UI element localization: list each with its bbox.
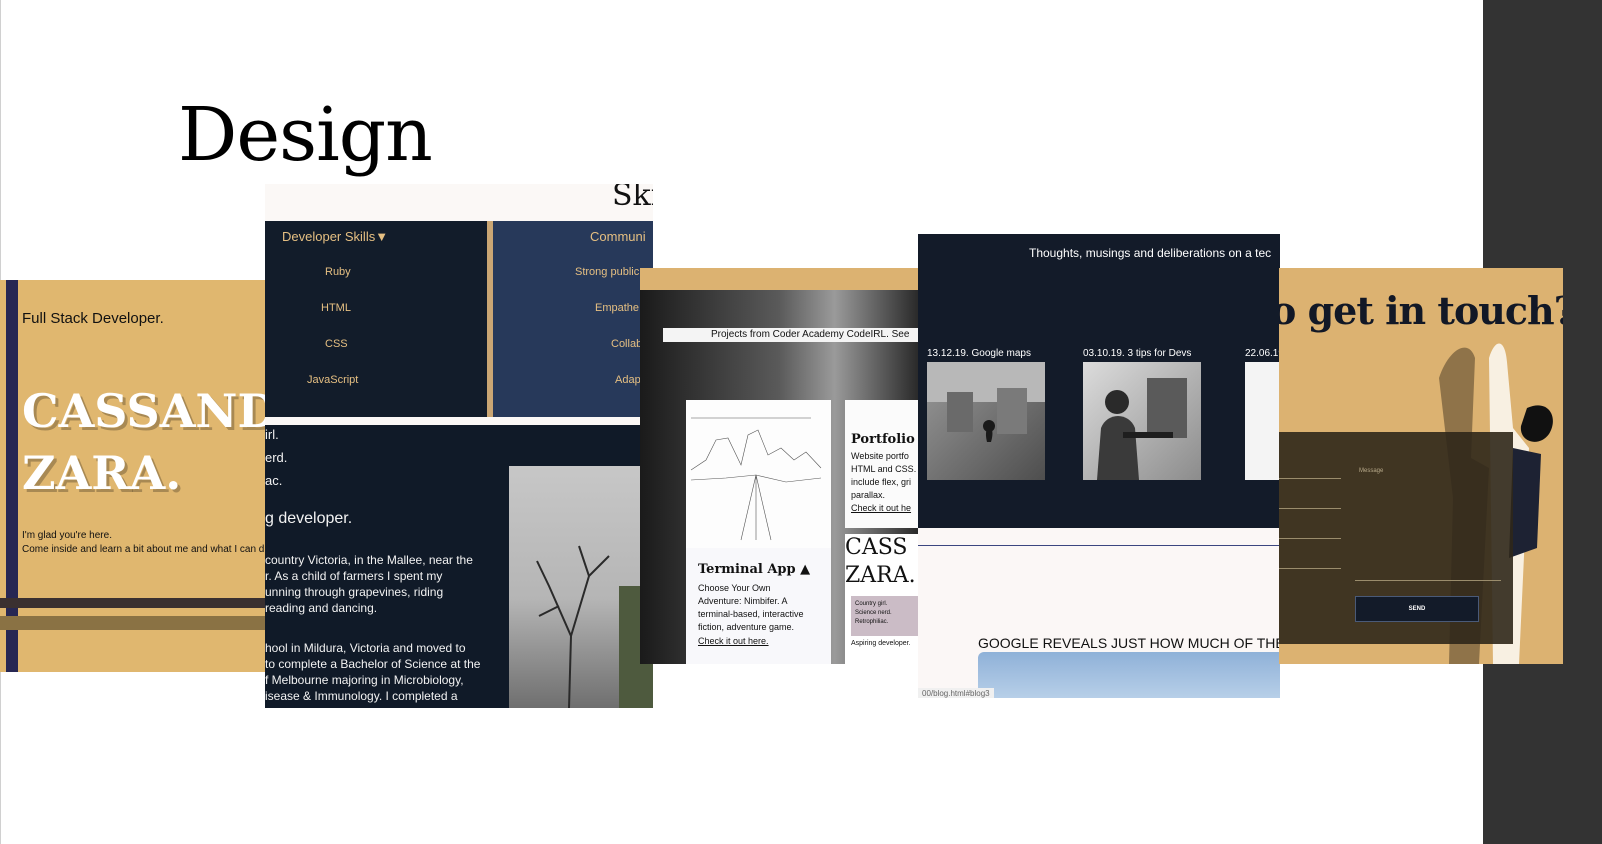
message-label: Message xyxy=(1359,468,1384,474)
screenshot-blog-page: Thoughts, musings and deliberations on a… xyxy=(918,234,1280,698)
preview-name: CASS ZARA. xyxy=(845,535,916,588)
community-skills-toggle: Communi xyxy=(590,229,646,244)
phone-field[interactable] xyxy=(1279,538,1341,539)
skill-item: HTML xyxy=(321,302,351,314)
terminal-app-link[interactable]: Check it out here. xyxy=(698,635,769,648)
skill-item: Ruby xyxy=(325,266,351,278)
role-text: Full Stack Developer. xyxy=(22,310,164,327)
preview-tagline-box: Country girl. Science nerd. Retrophiliac… xyxy=(851,596,918,636)
home-preview-card: CASS ZARA. Country girl. Science nerd. R… xyxy=(845,534,918,664)
blog-hero-image xyxy=(978,652,1280,698)
tagline: erd. xyxy=(265,450,288,465)
portfolio-card: Portfolio W Website portfo HTML and CSS.… xyxy=(845,400,918,528)
tagline: ac. xyxy=(265,473,283,488)
terminal-app-title: Terminal App ▲ xyxy=(698,562,811,577)
screenshot-contact-page: o get in touch? Message SEND xyxy=(1279,268,1563,664)
message-field[interactable] xyxy=(1355,580,1501,581)
tree-photo xyxy=(509,466,653,708)
soft-skill-item: Adap xyxy=(615,374,641,386)
terminal-map-image xyxy=(686,400,831,548)
preview-subtitle: Aspiring developer. xyxy=(851,640,911,647)
developer-skills-panel xyxy=(265,221,487,417)
skill-item: JavaScript xyxy=(307,374,359,386)
skills-heading: Ski xyxy=(612,184,653,213)
send-button[interactable]: SEND xyxy=(1355,596,1479,622)
subject-field[interactable] xyxy=(1279,568,1341,569)
soft-skill-item: Strong public xyxy=(575,266,640,278)
screenshot-home-page: Full Stack Developer. CASSANDRA ZARA. I'… xyxy=(0,280,266,672)
blog-headline: GOOGLE REVEALS JUST HOW MUCH OF THE W xyxy=(978,635,1280,651)
blog-post-label[interactable]: 03.10.19. 3 tips for Devs xyxy=(1083,348,1191,359)
footer-band xyxy=(0,598,266,608)
section-rule xyxy=(918,545,1280,546)
portfolio-link[interactable]: Check it out he xyxy=(851,502,911,515)
terminal-app-description: Choose Your Own Adventure: Nimbifer. A t… xyxy=(698,583,804,632)
blog-post-thumbnail[interactable] xyxy=(927,362,1045,480)
about-paragraph: country Victoria, in the Mallee, near th… xyxy=(265,553,473,615)
greeting-text: Come inside and learn a bit about me and… xyxy=(22,544,265,555)
page-header-bar xyxy=(265,184,653,221)
footer-band xyxy=(0,616,266,630)
tagline: irl. xyxy=(265,427,279,442)
about-paragraph: hool in Mildura, Victoria and moved to t… xyxy=(265,641,481,703)
soft-skill-item: Empathe xyxy=(595,302,640,314)
email-field[interactable] xyxy=(1279,508,1341,509)
about-subheading: g developer. xyxy=(265,510,353,527)
portfolio-title: Portfolio W xyxy=(851,432,918,447)
status-url: 00/blog.html#blog3 xyxy=(918,688,994,698)
screenshot-projects-page: Projects from Coder Academy CodeIRL. See… xyxy=(640,268,918,664)
skill-item: CSS xyxy=(325,338,348,350)
screenshot-skills-page: Ski Developer Skills▼ Ruby HTML CSS Java… xyxy=(265,184,653,708)
developer-skills-toggle: Developer Skills▼ xyxy=(282,229,389,244)
blog-post-label[interactable]: 13.12.19. Google maps xyxy=(927,348,1031,359)
portfolio-description: Website portfo HTML and CSS. include fle… xyxy=(851,451,917,500)
blog-post-thumbnail[interactable] xyxy=(1245,362,1280,480)
accent-stripe xyxy=(6,280,18,672)
blog-tagline: Thoughts, musings and deliberations on a… xyxy=(1029,246,1272,260)
projects-caption: Projects from Coder Academy CodeIRL. See xyxy=(663,328,918,342)
terminal-app-card: Terminal App ▲ Choose Your Own Adventure… xyxy=(686,548,831,664)
contact-heading: o get in touch? xyxy=(1279,288,1563,333)
slide-title: Design xyxy=(178,92,433,178)
section-divider xyxy=(265,417,653,425)
blog-post-thumbnail[interactable] xyxy=(1083,362,1201,480)
greeting-text: I'm glad you're here. xyxy=(22,530,112,541)
hero-name: CASSANDRA ZARA. xyxy=(22,384,266,500)
community-skills-panel xyxy=(493,221,653,417)
name-field[interactable] xyxy=(1279,478,1341,479)
blog-post-label[interactable]: 22.06.19 xyxy=(1245,348,1280,359)
soft-skill-item: Collab xyxy=(611,338,643,350)
